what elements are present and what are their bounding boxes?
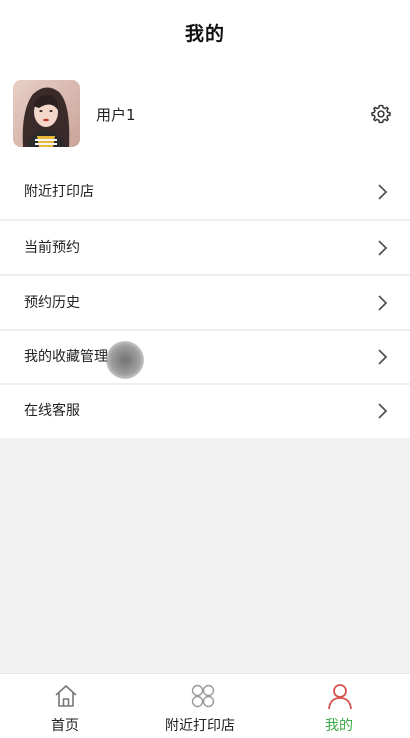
- tab-mine[interactable]: 我的: [310, 674, 372, 738]
- menu-item-label: 在线客服: [24, 403, 80, 419]
- profile-card: 用户1: [0, 64, 410, 166]
- divider: [0, 219, 410, 221]
- grid-icon: [191, 684, 215, 708]
- settings-gear-icon[interactable]: [369, 102, 393, 126]
- user-icon: [328, 684, 352, 710]
- menu-item-online-support[interactable]: 在线客服: [0, 385, 410, 437]
- navigation-bar: 我的: [0, 0, 410, 64]
- menu-item-label: 当前预约: [24, 240, 80, 256]
- menu-item-label: 我的收藏管理: [24, 349, 108, 365]
- avatar[interactable]: [13, 80, 80, 147]
- menu-item-current-reservation[interactable]: 当前预约: [0, 222, 410, 274]
- tab-label-active: 我的: [325, 718, 353, 734]
- home-icon: [55, 685, 77, 707]
- menu-item-reservation-history[interactable]: 预约历史: [0, 277, 410, 329]
- touch-indicator: [106, 341, 144, 379]
- divider: [0, 274, 410, 276]
- tab-nearby-print-shops[interactable]: 附近打印店: [160, 674, 250, 738]
- tab-home[interactable]: 首页: [30, 674, 102, 738]
- tab-bar: 首页 附近打印店 我的: [0, 673, 410, 738]
- chevron-right-icon: [378, 184, 388, 200]
- menu-list: 附近打印店 当前预约 预约历史 我的收藏管理 在线客服: [0, 166, 410, 438]
- chevron-right-icon: [378, 403, 388, 419]
- page-title: 我的: [184, 22, 225, 45]
- menu-item-label: 附近打印店: [24, 184, 94, 200]
- chevron-right-icon: [378, 240, 388, 256]
- tab-label: 附近打印店: [165, 718, 235, 734]
- menu-item-label: 预约历史: [24, 295, 80, 311]
- chevron-right-icon: [378, 349, 388, 365]
- menu-item-nearby-print-shops[interactable]: 附近打印店: [0, 166, 410, 218]
- username: 用户1: [96, 106, 136, 124]
- menu-item-favorites-management[interactable]: 我的收藏管理: [0, 331, 410, 383]
- chevron-right-icon: [378, 295, 388, 311]
- tab-label: 首页: [51, 718, 79, 734]
